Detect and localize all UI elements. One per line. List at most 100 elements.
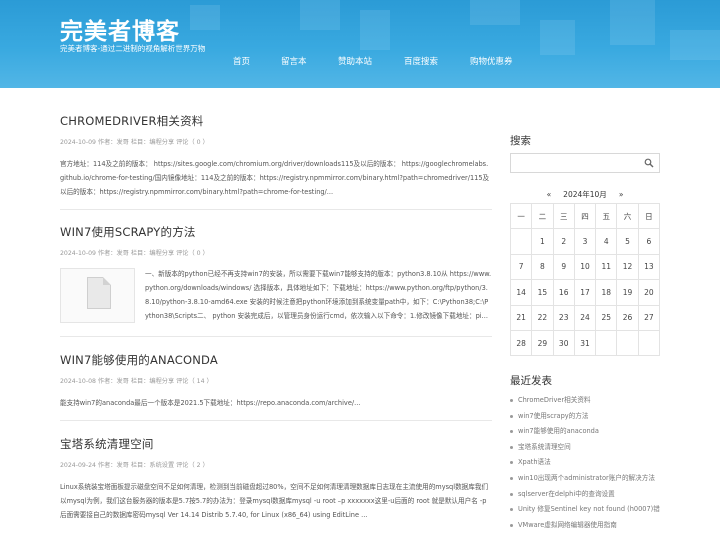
- site-tagline: 完美者博客-通过二进制的视角解析世界万物: [60, 44, 206, 53]
- recent-post-link[interactable]: VMware虚拟网络编辑器使用指南: [510, 518, 660, 534]
- header-decoration: [470, 0, 520, 25]
- calendar-day: 19: [616, 279, 639, 306]
- calendar-day: 11: [595, 253, 618, 281]
- calendar-day: 6: [637, 228, 661, 255]
- recent-post-link[interactable]: win10出现两个administrator账户的解决方法: [510, 471, 660, 487]
- recent-posts-title: 最近发表: [510, 375, 552, 387]
- calendar-week-row: 1 2 3 4 5 6: [509, 228, 661, 255]
- post-item: WIN7能够使用的ANACONDA 2024-10-08 作者：发哥 栏目：编程…: [60, 352, 492, 410]
- nav-coupons[interactable]: 购物优惠券: [470, 55, 530, 67]
- weekday: 三: [552, 202, 575, 230]
- post-item: WIN7使用SCRAPY的方法 2024-10-09 作者：发哥 栏目：编程分享…: [60, 224, 492, 323]
- recent-posts-list: ChromeDriver相关资料 win7使用scrapy的方法 win7能够使…: [510, 393, 660, 533]
- calendar-day: 21: [509, 304, 533, 331]
- recent-post-link[interactable]: sqlserver在delphi中的查询设置: [510, 487, 660, 503]
- search-input[interactable]: [510, 153, 660, 173]
- calendar-day: 9: [552, 253, 575, 281]
- calendar-day: 18: [595, 279, 618, 306]
- header-decoration: [540, 20, 575, 55]
- calendar-day: 29: [531, 329, 554, 357]
- recent-post-link[interactable]: Xpath语法: [510, 455, 660, 471]
- weekday: 五: [595, 202, 618, 230]
- post-meta: 2024-10-09 作者：发哥 栏目：编程分享 评论（ 0 ）: [60, 139, 209, 146]
- site-title[interactable]: 完美者博客: [60, 12, 180, 46]
- main-nav: 首页 留言本 赞助本站 百度搜索 购物优惠券: [222, 55, 530, 67]
- search-widget-title: 搜索: [510, 135, 531, 147]
- header-decoration: [670, 30, 720, 60]
- calendar-day: 24: [573, 304, 597, 331]
- calendar-day: 27: [637, 304, 661, 331]
- calendar-day: 23: [552, 304, 575, 331]
- post-meta: 2024-09-24 作者：发哥 栏目：系统设置 评论（ 2 ）: [60, 462, 209, 469]
- recent-post-link[interactable]: 宝塔系统清理空间: [510, 440, 660, 456]
- calendar-day: 7: [509, 253, 533, 281]
- calendar-table: 一 二 三 四 五 六 日 1 2 3 4 5 6 7 8 9 10 11 12…: [509, 202, 661, 357]
- recent-post-link[interactable]: win7能够使用的anaconda: [510, 424, 660, 440]
- post-thumbnail[interactable]: [60, 268, 135, 323]
- calendar-day: 26: [616, 304, 639, 331]
- site-header: 完美者博客 完美者博客-通过二进制的视角解析世界万物 首页 留言本 赞助本站 百…: [0, 0, 720, 88]
- calendar-widget: « 2024年10月 » 一 二 三 四 五 六 日 1 2 3 4 5 6 7 8…: [509, 189, 661, 357]
- document-icon: [87, 277, 111, 309]
- weekday: 二: [531, 202, 554, 230]
- calendar-day: [637, 329, 661, 357]
- calendar-prev-link[interactable]: «: [547, 190, 552, 199]
- post-divider: [60, 420, 492, 421]
- header-decoration: [300, 0, 340, 30]
- header-decoration: [360, 10, 390, 50]
- calendar-day: 25: [595, 304, 618, 331]
- weekday: 日: [637, 202, 661, 230]
- post-item: CHROMEDRIVER相关资料 2024-10-09 作者：发哥 栏目：编程分…: [60, 113, 492, 199]
- post-meta: 2024-10-08 作者：发哥 栏目：编程分享 评论（ 14 ）: [60, 378, 213, 385]
- calendar-day: 31: [573, 329, 597, 357]
- weekday: 四: [573, 202, 597, 230]
- sidebar: 搜索 « 2024年10月 » 一 二 三 四 五 六 日 1 2 3 4 5 6 …: [509, 133, 661, 529]
- calendar-day: 28: [509, 329, 533, 357]
- search-icon[interactable]: [644, 158, 654, 168]
- nav-baidu-search[interactable]: 百度搜索: [404, 55, 470, 67]
- calendar-day: 5: [616, 228, 639, 255]
- calendar-day: [509, 228, 533, 255]
- calendar-day: 13: [637, 253, 661, 281]
- calendar-day: 12: [616, 253, 639, 281]
- calendar-day: [616, 329, 639, 357]
- post-title[interactable]: WIN7使用SCRAPY的方法: [60, 224, 492, 240]
- calendar-day: 20: [637, 279, 661, 306]
- calendar-next-link[interactable]: »: [619, 190, 624, 199]
- post-excerpt: Linux系统装宝塔面板提示磁盘空间不足如何清理，检测到当前磁盘超过80%，空间…: [60, 483, 489, 519]
- header-decoration: [610, 0, 655, 45]
- calendar-day: 3: [573, 228, 597, 255]
- calendar-day: 10: [573, 253, 597, 281]
- post-title[interactable]: CHROMEDRIVER相关资料: [60, 113, 492, 129]
- calendar-caption: « 2024年10月 »: [510, 189, 660, 203]
- recent-post-link[interactable]: win7使用scrapy的方法: [510, 409, 660, 425]
- calendar-weekday-row: 一 二 三 四 五 六 日: [509, 202, 661, 230]
- recent-post-link[interactable]: ChromeDriver相关资料: [510, 393, 660, 409]
- calendar-week-row: 21 22 23 24 25 26 27: [509, 304, 661, 331]
- post-excerpt: 能支持win7的anaconda最后一个版本是2021.5下载地址：https:…: [60, 399, 361, 407]
- calendar-day: 1: [531, 228, 554, 255]
- calendar-day: 16: [552, 279, 575, 306]
- calendar-day: 30: [552, 329, 575, 357]
- calendar-day: 22: [531, 304, 554, 331]
- calendar-week-row: 14 15 16 17 18 19 20: [509, 279, 661, 306]
- calendar-month: 2024年10月: [563, 190, 607, 199]
- nav-sponsor[interactable]: 赞助本站: [338, 55, 404, 67]
- post-title[interactable]: WIN7能够使用的ANACONDA: [60, 352, 492, 368]
- post-body: 一、新版本的python已经不再支持win7的安装，所以需要下载win7能够支持…: [60, 267, 492, 323]
- calendar-day: 15: [531, 279, 554, 306]
- calendar-day: 17: [573, 279, 597, 306]
- nav-home[interactable]: 首页: [233, 55, 281, 67]
- weekday: 一: [509, 202, 533, 230]
- recent-post-link[interactable]: Unity 修复Sentinel key not found (h0007)错误: [510, 502, 660, 518]
- nav-guestbook[interactable]: 留言本: [281, 55, 338, 67]
- calendar-week-row: 28 29 30 31: [509, 329, 661, 357]
- post-item: 宝塔系统清理空间 2024-09-24 作者：发哥 栏目：系统设置 评论（ 2 …: [60, 436, 492, 522]
- calendar-day: 4: [595, 228, 618, 255]
- post-meta: 2024-10-09 作者：发哥 栏目：编程分享 评论（ 0 ）: [60, 250, 209, 257]
- calendar-day: 8: [531, 253, 554, 281]
- weekday: 六: [616, 202, 639, 230]
- post-title[interactable]: 宝塔系统清理空间: [60, 436, 492, 452]
- calendar-day: 2: [552, 228, 575, 255]
- post-excerpt: 官方地址：114及之前的版本： https://sites.google.com…: [60, 160, 490, 196]
